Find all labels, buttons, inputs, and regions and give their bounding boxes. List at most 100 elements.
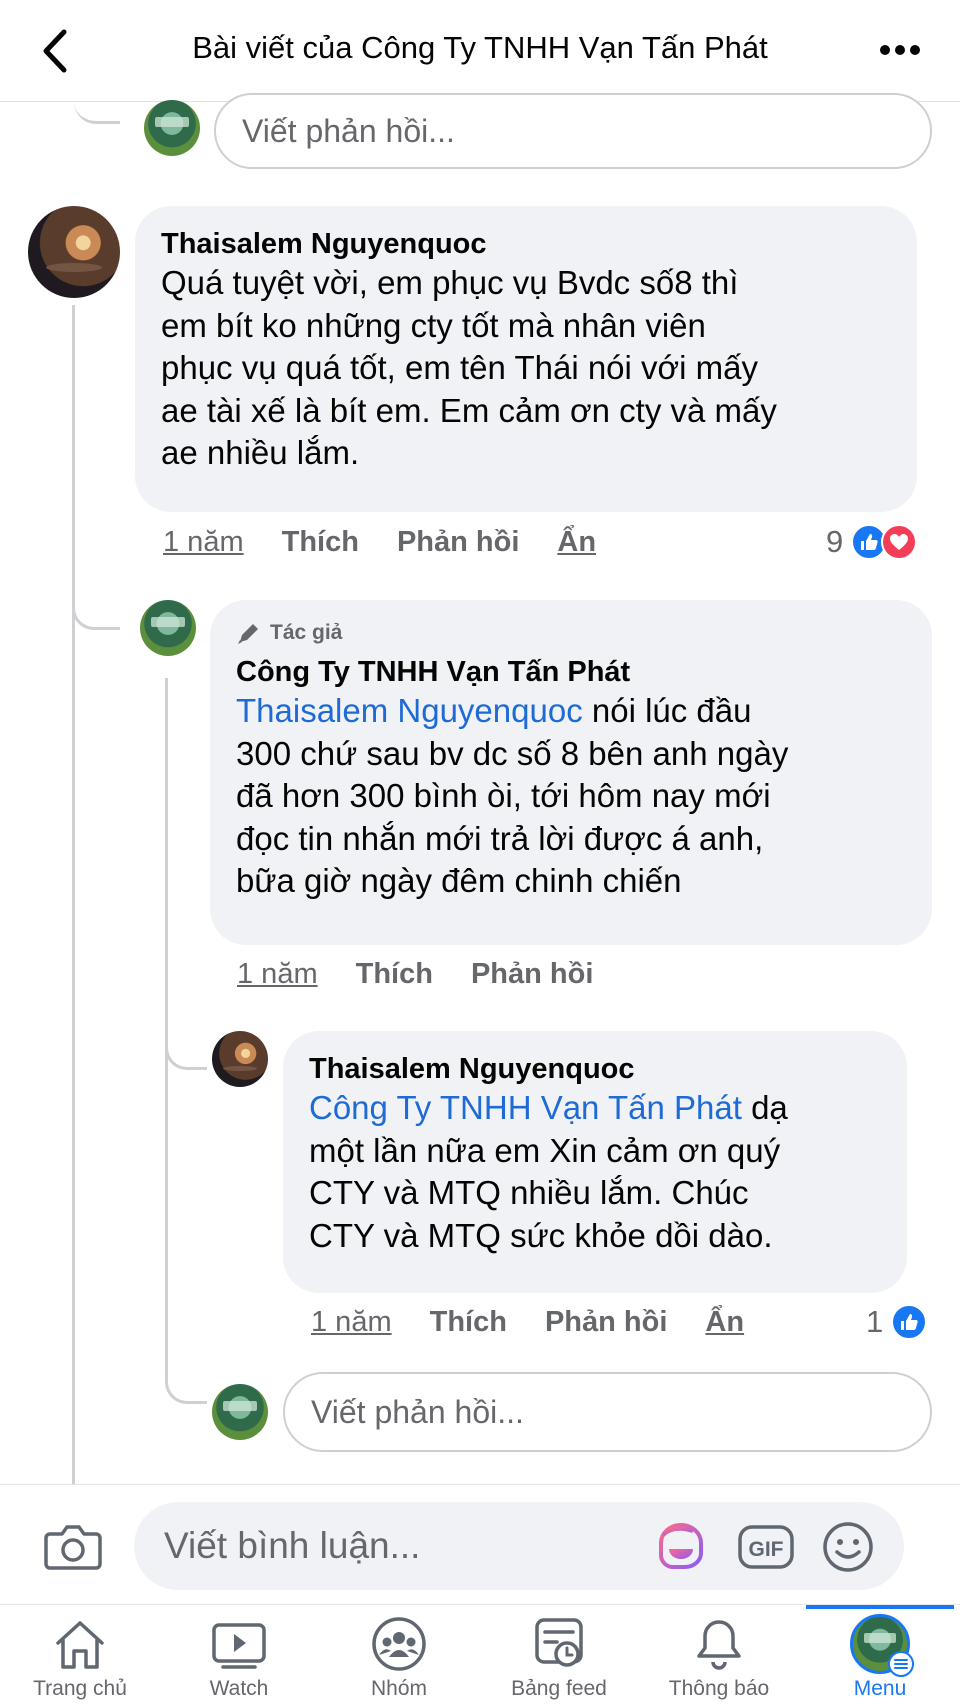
bell-icon — [689, 1615, 749, 1673]
reaction-summary[interactable]: 1 — [866, 1304, 928, 1340]
tab-feeds[interactable]: Bảng feed — [484, 1605, 634, 1706]
tab-home[interactable]: Trang chủ — [5, 1605, 155, 1706]
author-badge-label: Tác giả — [270, 621, 343, 644]
hide-button[interactable]: Ẩn — [557, 526, 596, 559]
comment-line: CTY và MTQ nhiều lắm. Chúc — [309, 1174, 749, 1212]
more-horizontal-icon — [880, 45, 920, 55]
comment-line: Thaisalem Nguyenquoc nói lúc đầu — [236, 690, 906, 733]
comment-line: đã hơn 300 bình òi, tới hôm nay mới — [236, 777, 771, 815]
like-button[interactable]: Thích — [356, 958, 433, 991]
comment-bubble[interactable]: Thaisalem Nguyenquoc Công Ty TNHH Vạn Tấ… — [283, 1031, 907, 1293]
avatar[interactable] — [212, 1384, 268, 1440]
comment-author[interactable]: Công Ty TNHH Vạn Tấn Phát — [236, 654, 906, 690]
comment-timestamp[interactable]: 1 năm — [311, 1306, 392, 1339]
emoji-button[interactable] — [821, 1520, 875, 1574]
comment-line: ae tài xế là bít em. Em cảm ơn cty và mấ… — [161, 391, 777, 429]
comment-line: em bít ko những cty tốt mà nhân viên — [161, 306, 706, 344]
avatar[interactable] — [144, 100, 200, 156]
gif-button[interactable]: GIF — [737, 1522, 795, 1572]
comment-author[interactable]: Thaisalem Nguyenquoc — [161, 226, 891, 262]
menu-icon — [888, 1651, 914, 1677]
pencil-icon — [238, 624, 258, 644]
tab-bar: Trang chủ Watch Nhóm Bảng feed Thông báo — [0, 1604, 960, 1706]
reaction-summary[interactable]: 9 — [826, 524, 918, 560]
thread-line-main — [72, 305, 75, 1485]
comment-timestamp[interactable]: 1 năm — [237, 958, 318, 991]
camera-button[interactable] — [44, 1522, 102, 1572]
thread-connector — [72, 590, 120, 630]
comment-line: phục vụ quá tốt, em tên Thái nói với mấy — [161, 349, 759, 387]
comment-actions: 1 năm Thích Phản hồi Ẩn — [163, 526, 634, 559]
comment-bubble[interactable]: Tác giả Công Ty TNHH Vạn Tấn Phát Thaisa… — [210, 600, 932, 945]
comment-text: Thaisalem Nguyenquoc nói lúc đầu 300 chứ… — [236, 690, 906, 903]
tab-label: Nhóm — [370, 1677, 428, 1700]
avatar-sticker-icon — [659, 1523, 703, 1569]
avatar[interactable] — [140, 600, 196, 656]
reaction-count: 1 — [866, 1304, 884, 1339]
mention-link[interactable]: Công Ty TNHH Vạn Tấn Phát — [309, 1089, 742, 1126]
comment-actions: 1 năm Thích Phản hồi Ẩn — [311, 1306, 782, 1339]
reaction-count: 9 — [826, 524, 844, 559]
comment-composer: Viết bình luận... GIF — [0, 1484, 960, 1604]
page-title: Bài viết của Công Ty TNHH Vạn Tấn Phát — [192, 30, 768, 65]
comment-bubble[interactable]: Thaisalem Nguyenquoc Quá tuyệt vời, em p… — [135, 206, 917, 512]
avatar-sticker-button[interactable] — [653, 1521, 709, 1573]
thread-connector — [74, 102, 120, 124]
emoji-icon — [823, 1522, 873, 1572]
avatar[interactable] — [212, 1031, 268, 1087]
comment-input-placeholder: Viết bình luận... — [164, 1525, 421, 1566]
comment-actions: 1 năm Thích Phản hồi — [237, 958, 631, 991]
like-button[interactable]: Thích — [430, 1306, 507, 1339]
comment-line: CTY và MTQ sức khỏe dồi dào. — [309, 1216, 773, 1254]
love-reaction-icon — [881, 524, 918, 560]
author-badge: Tác giả — [236, 620, 906, 646]
tab-label: Thông báo — [668, 1677, 770, 1700]
hide-button[interactable]: Ẩn — [705, 1306, 744, 1339]
thread-connector — [165, 1040, 207, 1070]
feeds-icon — [529, 1615, 589, 1673]
reply-button[interactable]: Phản hồi — [471, 958, 593, 991]
like-reaction-icon — [891, 1304, 928, 1340]
comment-line: bữa giờ ngày đêm chinh chiến — [236, 862, 682, 900]
chevron-left-icon — [43, 29, 67, 73]
reply-input[interactable]: Viết phản hồi... — [283, 1372, 932, 1452]
tab-notifications[interactable]: Thông báo — [644, 1605, 794, 1706]
more-options-button[interactable] — [876, 28, 924, 72]
comment-line: Công Ty TNHH Vạn Tấn Phát dạ — [309, 1087, 881, 1130]
comment-line-rest: dạ — [741, 1089, 788, 1127]
comment-line: ae nhiều lắm. — [161, 434, 360, 472]
home-icon — [50, 1615, 110, 1673]
tab-label: Menu — [853, 1677, 907, 1700]
comment-timestamp[interactable]: 1 năm — [163, 526, 244, 559]
comment-line: đọc tin nhắn mới trả lời được á anh, — [236, 819, 764, 857]
tab-label: Watch — [209, 1677, 269, 1700]
like-button[interactable]: Thích — [282, 526, 359, 559]
tab-label: Trang chủ — [33, 1677, 127, 1700]
reply-input[interactable]: Viết phản hồi... — [214, 93, 932, 169]
tab-groups[interactable]: Nhóm — [324, 1605, 474, 1706]
reply-button[interactable]: Phản hồi — [545, 1306, 667, 1339]
groups-icon — [369, 1615, 429, 1673]
camera-icon — [44, 1525, 102, 1570]
avatar[interactable] — [28, 206, 120, 298]
comment-line: Quá tuyệt vời, em phục vụ Bvdc số8 thì — [161, 264, 739, 302]
tab-watch[interactable]: Watch — [164, 1605, 314, 1706]
tab-menu[interactable]: Menu — [805, 1605, 955, 1706]
comment-text: Công Ty TNHH Vạn Tấn Phát dạ một lần nữa… — [309, 1087, 881, 1257]
mention-link[interactable]: Thaisalem Nguyenquoc — [236, 692, 583, 729]
thread-line-reply — [165, 678, 168, 1378]
comment-line: một lần nữa em Xin cảm ơn quý — [309, 1131, 781, 1169]
menu-avatar-icon — [850, 1614, 914, 1677]
gif-icon: GIF — [738, 1525, 794, 1569]
tab-label: Bảng feed — [511, 1677, 607, 1700]
reply-input-placeholder: Viết phản hồi... — [242, 112, 455, 149]
comment-line-rest: nói lúc đầu — [582, 692, 752, 730]
back-button[interactable] — [34, 26, 78, 76]
comment-author[interactable]: Thaisalem Nguyenquoc — [309, 1051, 881, 1087]
gif-label: GIF — [749, 1538, 784, 1561]
comment-text: Quá tuyệt vời, em phục vụ Bvdc số8 thì e… — [161, 262, 891, 475]
reply-button[interactable]: Phản hồi — [397, 526, 519, 559]
watch-icon — [209, 1615, 269, 1673]
thread-connector — [165, 1370, 207, 1404]
top-bar: Bài viết của Công Ty TNHH Vạn Tấn Phát — [0, 0, 960, 102]
